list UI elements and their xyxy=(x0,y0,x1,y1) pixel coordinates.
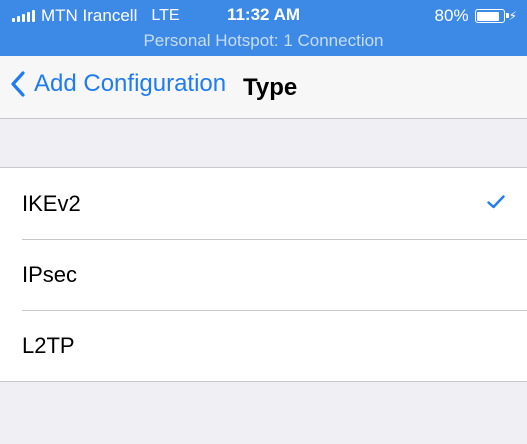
list-item-label: IPsec xyxy=(22,261,78,287)
navigation-bar: Add Configuration Type xyxy=(0,56,527,119)
list-item-ipsec[interactable]: IPsec xyxy=(0,239,527,310)
battery-percent: 80% xyxy=(434,6,469,25)
page-title: Type xyxy=(243,74,298,101)
back-button-label: Add Configuration xyxy=(34,70,227,97)
list-item-label: IKEv2 xyxy=(22,190,81,216)
status-right: 80% ⚡︎ xyxy=(435,6,517,26)
battery-icon xyxy=(474,9,509,23)
list-item-l2tp[interactable]: L2TP xyxy=(0,310,527,381)
list-item-label: L2TP xyxy=(22,332,75,358)
list-item-ikev2[interactable]: IKEv2 xyxy=(0,168,527,239)
charging-bolt-icon: ⚡︎ xyxy=(508,9,517,23)
status-bar: MTN Irancell LTE 11:32 AM 80% ⚡︎ xyxy=(0,0,527,30)
checkmark-icon xyxy=(487,195,505,209)
chevron-left-icon xyxy=(11,71,25,97)
vpn-type-list: IKEv2 IPsec L2TP xyxy=(0,167,527,382)
back-button[interactable]: Add Configuration xyxy=(10,70,226,98)
hotspot-banner[interactable]: Personal Hotspot: 1 Connection xyxy=(0,30,527,56)
